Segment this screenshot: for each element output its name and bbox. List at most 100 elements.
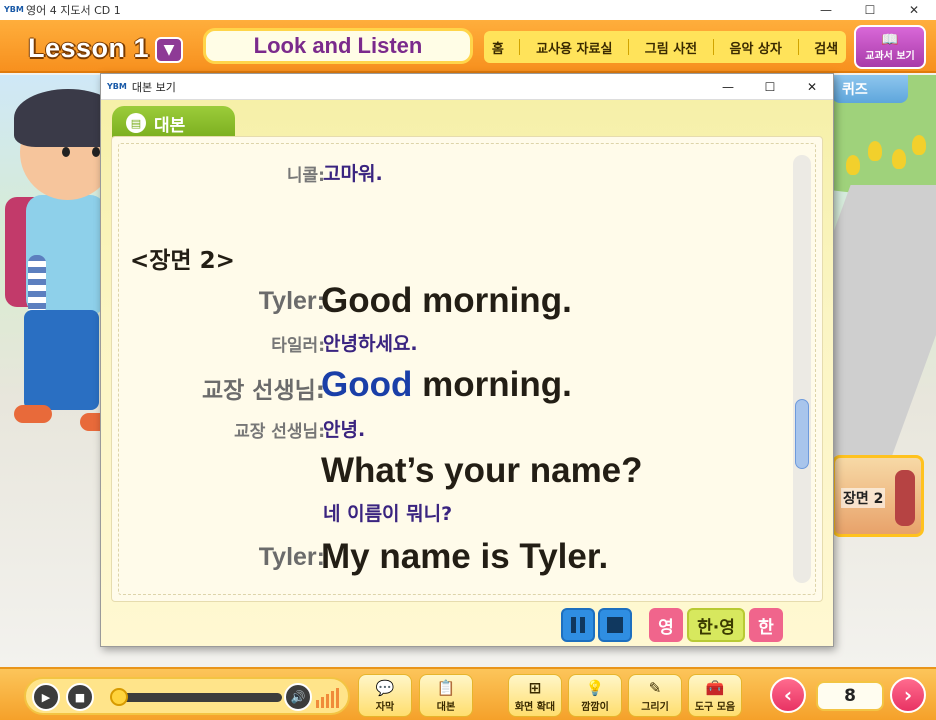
bottom-toolbar: ▶ ■ 🔊 💬 자막 📋 대본 ⊞ 화면 확대 💡 깜깜이 ✎ 그리기 🧰 도구 <box>0 667 936 720</box>
tool-label: 그리기 <box>641 701 669 713</box>
section-title: Look and Listen <box>203 28 473 64</box>
korean-line: 안녕. <box>323 419 366 441</box>
boy-legs <box>24 310 99 410</box>
top-nav: 홈 교사용 자료실 그림 사전 음악 상자 검색 <box>484 31 846 63</box>
script-panel[interactable]: 니콜: 고마워. <장면 2> Tyler: Good morning. 타일러… <box>111 136 823 602</box>
boy-eye <box>92 147 100 157</box>
nav-divider <box>519 39 521 55</box>
english-line: Good morning. <box>321 281 572 320</box>
app-titlebar: YBM 영어 4 지도서 CD 1 — ☐ ✕ <box>0 0 936 20</box>
nav-home[interactable]: 홈 <box>492 38 504 57</box>
volume-button[interactable]: 🔊 <box>284 683 312 711</box>
draw-button[interactable]: ✎ 그리기 <box>628 674 682 717</box>
close-button[interactable]: ✕ <box>892 0 936 20</box>
nav-teacher-materials[interactable]: 교사용 자료실 <box>536 38 612 57</box>
tree <box>846 155 860 175</box>
audio-player: ▶ ■ 🔊 <box>24 677 350 715</box>
prev-page-button[interactable]: ‹ <box>770 677 806 713</box>
scrollbar-thumb[interactable] <box>795 399 809 469</box>
quiz-tab[interactable]: 퀴즈 <box>832 75 908 103</box>
toolbox-icon: 🧰 <box>705 678 725 697</box>
english-line: My name is Tyler. <box>321 537 609 576</box>
blackout-button[interactable]: 💡 깜깜이 <box>568 674 622 717</box>
dialog-close-button[interactable]: ✕ <box>791 74 833 100</box>
tool-label: 자막 <box>375 701 395 713</box>
play-icon: ▶ <box>41 690 51 704</box>
book-icon: 📖 <box>881 31 899 48</box>
lang-korean-button[interactable]: 한 <box>749 608 783 642</box>
nav-picture-dictionary[interactable]: 그림 사전 <box>645 38 697 57</box>
tool-label: 화면 확대 <box>514 701 556 713</box>
korean-line: 안녕하세요. <box>323 333 418 355</box>
korean-line: 네 이름이 뭐니? <box>323 503 453 525</box>
dialog-logo: YBM <box>107 82 127 91</box>
stop-audio-button[interactable]: ■ <box>66 683 94 711</box>
nav-divider <box>797 39 799 55</box>
tree <box>892 149 906 169</box>
volume-bar <box>336 688 339 708</box>
nav-music-box[interactable]: 음악 상자 <box>730 38 782 57</box>
tree <box>868 141 882 161</box>
zoom-button[interactable]: ⊞ 화면 확대 <box>508 674 562 717</box>
volume-bar <box>321 697 324 708</box>
volume-bar <box>331 691 334 708</box>
dialog-window-controls: — ☐ ✕ <box>707 74 833 100</box>
dialog-maximize-button[interactable]: ☐ <box>749 74 791 100</box>
boy-eye <box>62 147 70 157</box>
play-button[interactable]: ▶ <box>32 683 60 711</box>
scene-2-thumbnail[interactable]: 장면 2 <box>832 455 924 537</box>
script-icon: ▤ <box>126 113 146 133</box>
nav-search[interactable]: 검색 <box>814 38 838 57</box>
tool-label: 대본 <box>436 701 456 713</box>
highlighted-word: Good <box>321 365 413 404</box>
teacher-figure <box>895 470 915 526</box>
page-number: 8 <box>816 681 884 711</box>
progress-track[interactable] <box>110 688 282 706</box>
script-icon: 📋 <box>436 678 456 697</box>
pause-button[interactable] <box>561 608 595 642</box>
stop-button[interactable] <box>598 608 632 642</box>
next-page-button[interactable]: › <box>890 677 926 713</box>
subtitle-icon: 💬 <box>375 678 395 697</box>
english-line-rest: morning. <box>412 365 572 404</box>
progress-knob[interactable] <box>110 688 128 706</box>
zoom-icon: ⊞ <box>528 678 542 697</box>
volume-level-bars[interactable] <box>316 686 341 708</box>
dialog-titlebar: YBM 대본 보기 — ☐ ✕ <box>101 74 833 100</box>
toolbox-button[interactable]: 🧰 도구 모음 <box>688 674 742 717</box>
stop-icon <box>607 617 623 633</box>
lesson-title: Lesson 1 <box>28 33 150 63</box>
maximize-button[interactable]: ☐ <box>848 0 892 20</box>
korean-line: 고마워. <box>323 163 383 185</box>
dialog-body: ▤ 대본 니콜: 고마워. <장면 2> Tyler: Good morning… <box>101 100 833 646</box>
header-bar: Lesson 1 ▼ Look and Listen 홈 교사용 자료실 그림 … <box>0 20 936 73</box>
speaker-label: 교장 선생님: <box>201 378 325 404</box>
speaker-icon: 🔊 <box>290 690 306 704</box>
nav-divider <box>712 39 714 55</box>
script-tab-label: 대본 <box>154 115 186 136</box>
view-textbook-button[interactable]: 📖 교과서 보기 <box>854 25 926 69</box>
scene-thumb-label: 장면 2 <box>841 488 886 508</box>
lightbulb-icon: 💡 <box>585 678 605 697</box>
lang-english-button[interactable]: 영 <box>649 608 683 642</box>
scene-heading: <장면 2> <box>130 248 235 274</box>
lang-both-button[interactable]: 한·영 <box>687 608 745 642</box>
script-scrollbar[interactable] <box>793 155 811 583</box>
speaker-label: 교장 선생님: <box>234 422 325 442</box>
dialog-minimize-button[interactable]: — <box>707 74 749 100</box>
dialog-title: 대본 보기 <box>131 80 176 94</box>
stop-icon: ■ <box>74 690 86 704</box>
speaker-label: 니콜: <box>286 166 325 186</box>
chevron-down-icon[interactable]: ▼ <box>155 37 183 63</box>
minimize-button[interactable]: — <box>804 0 848 20</box>
subtitle-button[interactable]: 💬 자막 <box>358 674 412 717</box>
app-logo: YBM <box>4 4 24 14</box>
tree <box>912 135 926 155</box>
pencil-icon: ✎ <box>648 678 662 697</box>
window-controls: — ☐ ✕ <box>804 0 936 20</box>
script-tab[interactable]: ▤ 대본 <box>112 106 235 140</box>
speaker-label: Tyler: <box>258 287 325 315</box>
script-button[interactable]: 📋 대본 <box>419 674 473 717</box>
pause-icon-bar <box>580 617 585 633</box>
speaker-label: Tyler: <box>258 543 325 571</box>
